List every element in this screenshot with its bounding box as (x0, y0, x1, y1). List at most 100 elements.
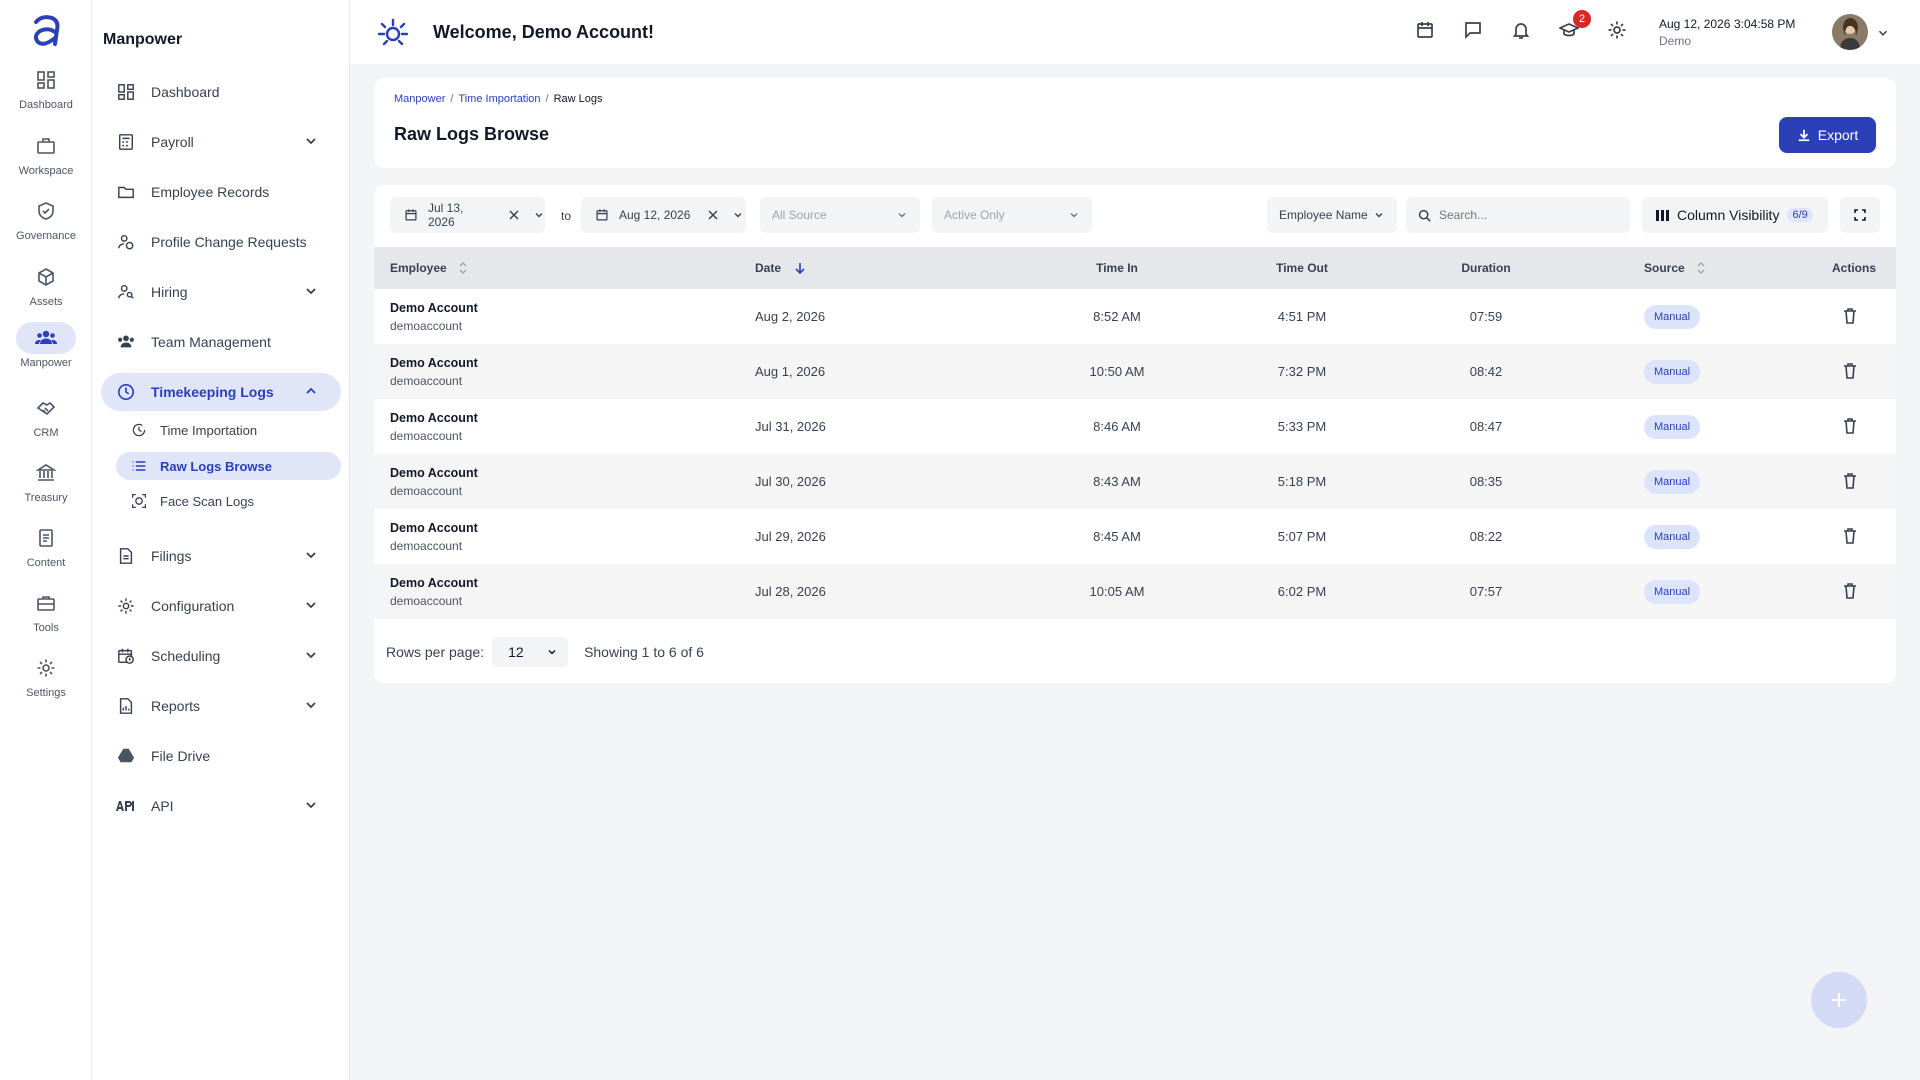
to-date-picker[interactable]: Aug 12, 2026 (581, 197, 746, 233)
rail-item-tools[interactable]: Tools (0, 587, 92, 643)
top-bar: Welcome, Demo Account! 2 Aug 12, 2026 3:… (350, 0, 1920, 64)
chat-icon[interactable] (1463, 20, 1487, 44)
time-out: 6:02 PM (1277, 584, 1327, 599)
sidebar-item-dashboard[interactable]: Dashboard (101, 73, 341, 111)
column-header-date[interactable]: Date (755, 247, 805, 289)
sidebar-item-file-drive[interactable]: File Drive (101, 737, 341, 775)
export-button[interactable]: Export (1779, 117, 1876, 153)
sidebar-item-label: Payroll (151, 134, 194, 150)
sidebar-item-employee-records[interactable]: Employee Records (101, 173, 341, 211)
sidebar-subitem-face-scan-logs[interactable]: Face Scan Logs (116, 487, 341, 515)
source-select-placeholder: All Source (772, 208, 827, 222)
trash-icon[interactable] (1843, 363, 1857, 379)
avatar[interactable] (1832, 14, 1868, 50)
rail-label: Assets (29, 296, 63, 308)
employee-username: demoaccount (390, 319, 463, 333)
trash-icon[interactable] (1843, 583, 1857, 599)
rail-item-dashboard[interactable]: Dashboard (0, 64, 92, 120)
time-in: 10:50 AM (1089, 364, 1145, 379)
sidebar-subitem-time-importation[interactable]: Time Importation (116, 416, 341, 444)
sidebar-item-payroll[interactable]: Payroll (101, 123, 341, 161)
column-visibility-button[interactable]: Column Visibility 6/9 (1642, 197, 1828, 233)
clear-icon[interactable] (708, 210, 718, 220)
column-header-source[interactable]: Source (1644, 247, 1705, 289)
date-range-separator: to (561, 209, 572, 223)
sidebar-item-filings[interactable]: Filings (101, 537, 341, 575)
fullscreen-icon (1854, 209, 1866, 221)
column-header-label: Source (1644, 261, 1685, 275)
rail-item-governance[interactable]: Governance (0, 195, 92, 251)
calculator-icon (115, 131, 137, 153)
rail-item-manpower[interactable]: Manpower (0, 322, 92, 378)
rail-label: Manpower (20, 357, 72, 369)
welcome-message: Welcome, Demo Account! (433, 22, 655, 42)
search-input-wrapper[interactable] (1406, 197, 1630, 233)
table-row[interactable]: Demo Account demoaccount Jul 30, 2026 8:… (374, 454, 1896, 509)
gear-icon[interactable] (1607, 20, 1631, 44)
search-field-select[interactable]: Employee Name (1267, 197, 1397, 233)
source-select[interactable]: All Source (760, 197, 920, 233)
breadcrumb-item-time-importation[interactable]: Time Importation (458, 93, 540, 105)
source-badge: Manual (1644, 415, 1701, 439)
sidebar-item-configuration[interactable]: Configuration (101, 587, 341, 625)
chevron-down-icon (1373, 209, 1385, 221)
sidebar-item-reports[interactable]: Reports (101, 687, 341, 725)
from-date-picker[interactable]: Jul 13, 2026 (390, 197, 545, 233)
brand-logo-icon (376, 16, 410, 50)
sidebar-item-hiring[interactable]: Hiring (101, 273, 341, 311)
rows-per-page-select[interactable]: 12 (492, 637, 569, 667)
fullscreen-button[interactable] (1840, 197, 1880, 233)
sidebar-item-api[interactable]: API (101, 787, 341, 825)
table-row[interactable]: Demo Account demoaccount Jul 31, 2026 8:… (374, 399, 1896, 454)
clock-sync-icon (130, 421, 148, 439)
rail-item-assets[interactable]: Assets (0, 261, 92, 317)
status-select-placeholder: Active Only (944, 208, 1005, 222)
table-row[interactable]: Demo Account demoaccount Jul 29, 2026 8:… (374, 509, 1896, 564)
table-row[interactable]: Demo Account demoaccount Jul 28, 2026 10… (374, 564, 1896, 619)
page-title: Raw Logs Browse (394, 124, 550, 144)
time-out: 5:07 PM (1277, 529, 1327, 544)
sort-icon (459, 262, 467, 274)
source-badge: Manual (1644, 360, 1701, 384)
trash-icon[interactable] (1843, 308, 1857, 324)
chevron-down-icon[interactable] (1876, 26, 1890, 40)
trash-icon[interactable] (1843, 473, 1857, 489)
column-header-label: Actions (1831, 261, 1876, 275)
sidebar-subitem-raw-logs-browse[interactable]: Raw Logs Browse (116, 452, 341, 480)
current-user: Demo (1659, 34, 1692, 48)
table-row[interactable]: Demo Account demoaccount Aug 1, 2026 10:… (374, 344, 1896, 399)
trash-icon[interactable] (1843, 418, 1857, 434)
calendar-icon[interactable] (1415, 20, 1439, 44)
rail-label: Content (26, 557, 66, 569)
clear-icon[interactable] (509, 210, 519, 220)
app-logo[interactable] (28, 12, 64, 48)
sidebar-item-team-management[interactable]: Team Management (101, 323, 341, 361)
sidebar-item-label: API (151, 798, 174, 814)
trash-icon[interactable] (1843, 528, 1857, 544)
report-icon (115, 695, 137, 717)
log-date: Aug 1, 2026 (755, 364, 826, 379)
rail-item-crm[interactable]: CRM (0, 392, 92, 448)
rail-item-settings[interactable]: Settings (0, 652, 92, 708)
status-select[interactable]: Active Only (932, 197, 1092, 233)
sidebar-item-label: Dashboard (151, 84, 220, 100)
table-header: Employee Date Time In Time Out Duration … (374, 247, 1896, 289)
sidebar-item-profile-change-requests[interactable]: Profile Change Requests (101, 223, 341, 261)
sidebar-item-scheduling[interactable]: Scheduling (101, 637, 341, 675)
rail-item-content[interactable]: Content (0, 522, 92, 578)
sidebar-item-timekeeping-logs[interactable]: Timekeeping Logs (101, 373, 341, 411)
table-row[interactable]: Demo Account demoaccount Aug 2, 2026 8:5… (374, 289, 1896, 344)
breadcrumb-item-manpower[interactable]: Manpower (394, 93, 445, 105)
chevron-up-icon (303, 383, 319, 399)
rail-item-treasury[interactable]: Treasury (0, 457, 92, 513)
sidebar-subitem-label: Face Scan Logs (160, 493, 254, 509)
chevron-down-icon (896, 209, 908, 221)
rail-label: Settings (26, 687, 66, 699)
add-fab-button[interactable] (1811, 972, 1867, 1028)
column-header-employee[interactable]: Employee (390, 247, 467, 289)
table-card: Jul 13, 2026 to Aug 12, 2026 All Source … (374, 185, 1896, 683)
bell-icon[interactable] (1511, 20, 1535, 44)
rail-item-workspace[interactable]: Workspace (0, 130, 92, 186)
chevron-down-icon (303, 647, 319, 663)
search-input[interactable] (1439, 208, 1619, 222)
